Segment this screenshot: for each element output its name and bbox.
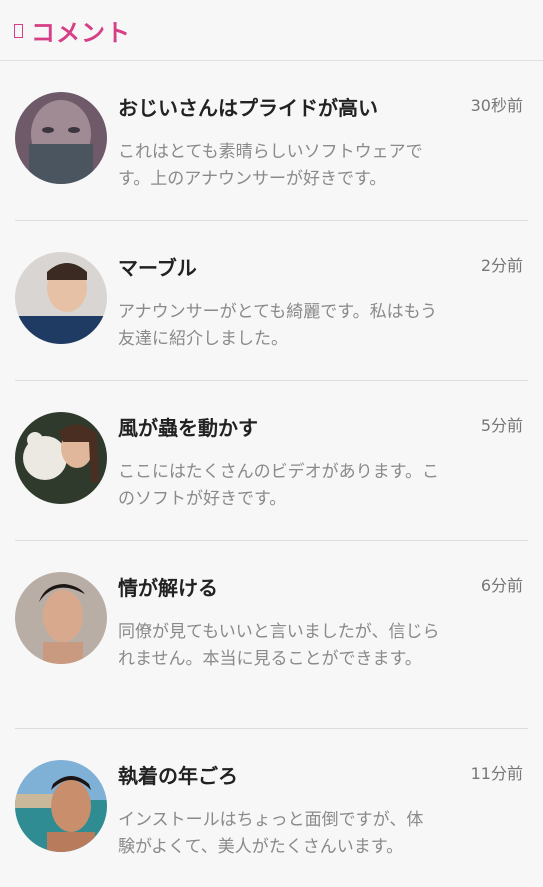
comment-text: インストールはちょっと面倒ですが、体験がよくて、美人がたくさんいます。 (118, 810, 424, 857)
comment-list: おじいさんはプライドが高い 30秒前 これはとても素晴らしいソフトウェアです。上… (0, 61, 543, 887)
page-title: コメント (31, 18, 131, 47)
comment-time: 30秒前 (470, 96, 523, 115)
comment-item[interactable]: 執着の年ごろ 11分前 インストールはちょっと面倒ですが、体験がよくて、美人がた… (15, 729, 528, 887)
comment-author: 執着の年ごろ (118, 764, 238, 788)
comment-text: ここにはたくさんのビデオがあります。このソフトが好きです。 (118, 462, 439, 509)
avatar[interactable] (15, 572, 107, 664)
comment-icon (14, 24, 23, 38)
avatar[interactable] (15, 412, 107, 504)
comment-author: 情が解ける (118, 576, 218, 600)
comment-author: マーブル (118, 256, 197, 280)
comment-item[interactable]: 情が解ける 6分前 同僚が見てもいいと言いましたが、信じられません。本当に見るこ… (15, 541, 528, 729)
comment-author: 風が蟲を動かす (118, 416, 258, 440)
avatar[interactable] (15, 252, 107, 344)
comment-item[interactable]: おじいさんはプライドが高い 30秒前 これはとても素晴らしいソフトウェアです。上… (15, 61, 528, 221)
comment-time: 5分前 (480, 416, 523, 435)
comment-item[interactable]: 風が蟲を動かす 5分前 ここにはたくさんのビデオがあります。このソフトが好きです… (15, 381, 528, 541)
comment-text: これはとても素晴らしいソフトウェアです。上のアナウンサーが好きです。 (118, 142, 423, 189)
comment-text: 同僚が見てもいいと言いましたが、信じられません。本当に見ることができます。 (118, 622, 440, 669)
avatar[interactable] (15, 92, 107, 184)
comment-time: 11分前 (470, 764, 523, 783)
comment-author: おじいさんはプライドが高い (118, 96, 378, 120)
avatar[interactable] (15, 760, 107, 852)
comments-header: コメント (0, 0, 543, 61)
comment-text: アナウンサーがとても綺麗です。私はもう友達に紹介しました。 (118, 302, 438, 349)
comment-item[interactable]: マーブル 2分前 アナウンサーがとても綺麗です。私はもう友達に紹介しました。 (15, 221, 528, 381)
comment-time: 6分前 (480, 576, 523, 595)
comment-time: 2分前 (480, 256, 523, 275)
